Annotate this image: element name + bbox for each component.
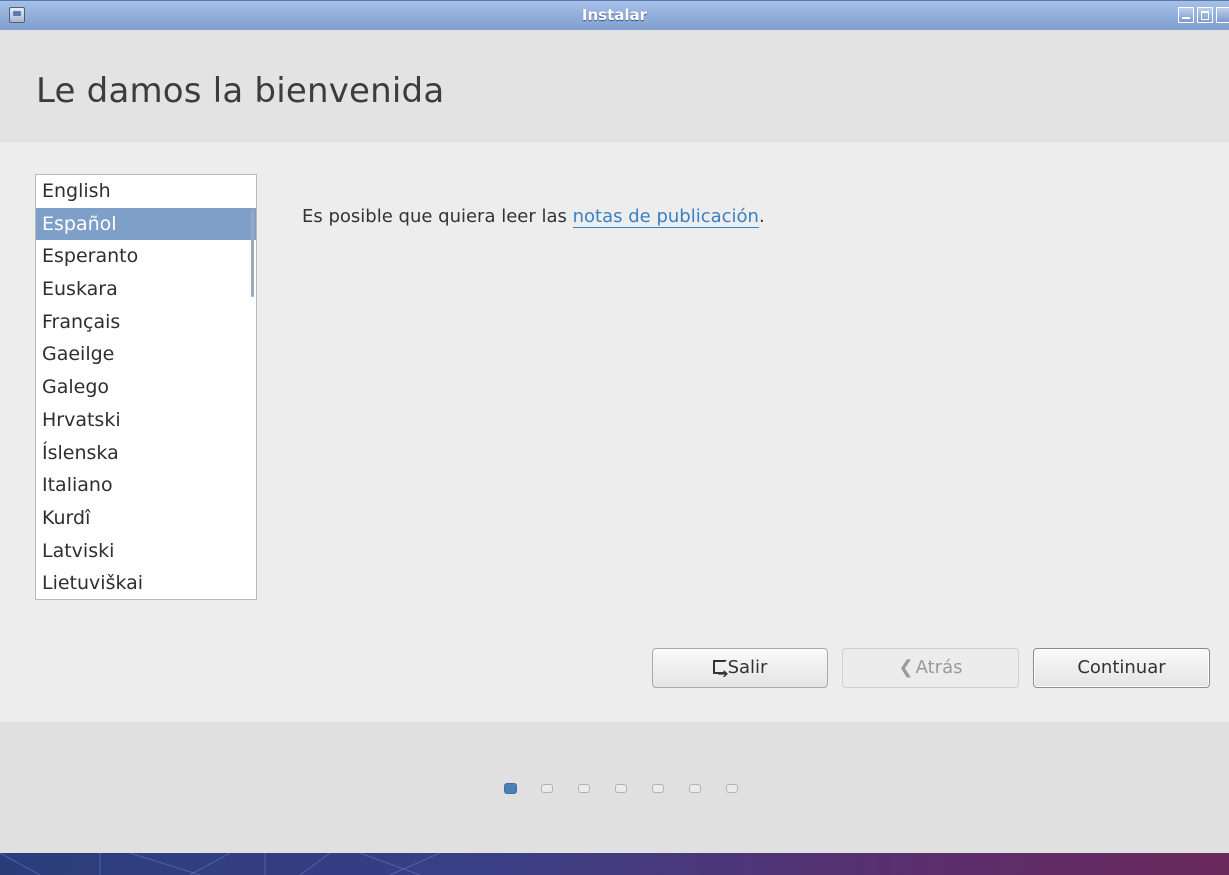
language-item[interactable]: Français [36,306,256,339]
language-item[interactable]: Gaeilge [36,338,256,371]
language-item[interactable]: English [36,175,256,208]
title-bar[interactable]: Instalar [0,0,1229,30]
progress-step-dot [652,784,664,793]
quit-button-label: Salir [727,657,768,678]
language-item[interactable]: Euskara [36,273,256,306]
language-item[interactable]: Galego [36,371,256,404]
language-item[interactable]: Español [36,207,256,241]
main-content: English Español Esperanto Euskara Français Ga… [0,142,1229,722]
continue-button[interactable]: Continuar [1033,648,1210,688]
close-icon[interactable] [1216,7,1229,23]
language-item[interactable]: Hrvatski [36,404,256,437]
desktop-wallpaper [0,853,441,875]
installer-window: Instalar Le damos la bienvenida English E… [0,0,1229,853]
quit-button[interactable]: Salir [652,648,828,694]
page-header: Le damos la bienvenida [0,30,1229,142]
desktop-background [0,853,1229,875]
release-notes-link[interactable]: notas de publicación [572,206,759,228]
chevron-left-icon: ❮ [898,657,914,678]
language-item[interactable]: Kurdî [36,502,256,535]
quit-icon [712,656,728,694]
progress-step-dot [615,784,627,793]
progress-step-dot [504,783,517,794]
continue-button-label: Continuar [1077,657,1166,678]
back-button[interactable]: ❮ Atrás [842,648,1019,688]
minimize-icon[interactable] [1178,7,1194,23]
language-list[interactable]: English Español Esperanto Euskara Français Ga… [35,174,257,600]
release-notes-message: Es posible que quiera leer las notas de … [302,206,765,228]
progress-step-dot [541,784,553,793]
progress-step-dot [689,784,701,793]
language-item[interactable]: Íslenska [36,437,256,470]
maximize-icon[interactable] [1197,7,1213,23]
window-title: Instalar [581,6,648,24]
footer [0,722,1229,853]
release-notes-text: Es posible que quiera leer las [302,206,573,227]
language-list-scrollbar[interactable] [251,209,254,297]
progress-step-dot [726,784,738,793]
language-item[interactable]: Esperanto [36,240,256,273]
release-notes-period: . [758,206,765,227]
language-item[interactable]: Italiano [36,469,256,502]
progress-step-dot [578,784,590,793]
page-title: Le damos la bienvenida [36,71,445,111]
language-item[interactable]: Lietuviškai [36,567,256,599]
language-item[interactable]: Latviski [36,535,256,568]
back-button-label: Atrás [915,657,963,678]
